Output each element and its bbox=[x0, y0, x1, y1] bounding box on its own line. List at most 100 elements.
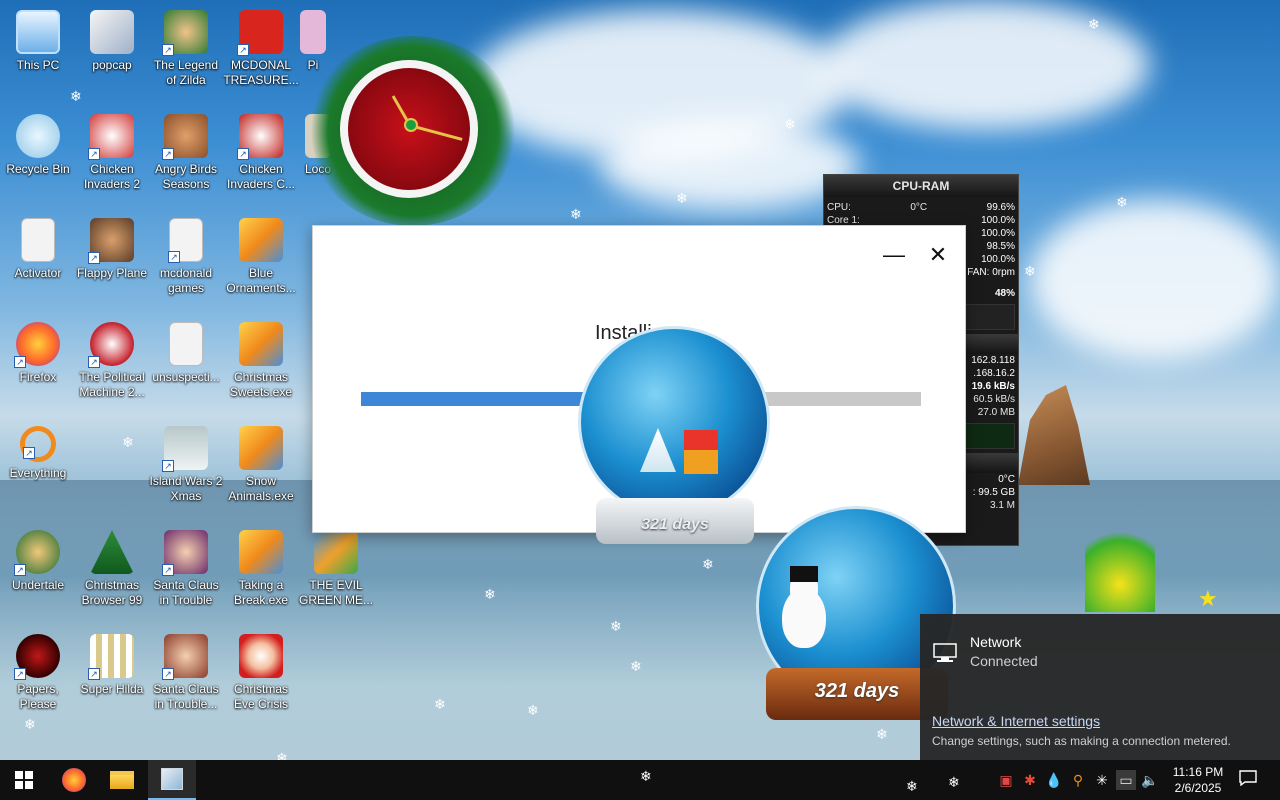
snowflake-icon: ❄ bbox=[630, 659, 642, 675]
row-value: 99.6% bbox=[986, 202, 1015, 213]
desktop-icon-label: Firefox bbox=[19, 370, 57, 384]
net-value: .168.16.2 bbox=[973, 368, 1015, 379]
windows-logo-icon bbox=[15, 771, 33, 789]
row-value: 48% bbox=[994, 288, 1015, 299]
desktop-icon-label: Chicken Invaders 2 bbox=[83, 162, 141, 191]
clock-time: 11:16 PM bbox=[1172, 765, 1224, 779]
tray-sparkle-icon[interactable]: ✳ bbox=[1092, 770, 1112, 790]
desktop-icon-taking-a-break[interactable]: Taking a Break.exe bbox=[223, 524, 299, 608]
snowflake-icon: ❄ bbox=[948, 775, 960, 791]
star-icon: ★ bbox=[1198, 586, 1218, 611]
desktop-icon-activator[interactable]: Activator bbox=[0, 212, 76, 281]
desktop-icon-island-wars[interactable]: ↗ Island Wars 2 Xmas bbox=[148, 420, 224, 504]
notification-center-icon[interactable] bbox=[1238, 770, 1258, 790]
snowflake-icon: ❄ bbox=[906, 779, 918, 795]
desktop-icon-unsuspecti[interactable]: unsuspecti... bbox=[148, 316, 224, 385]
notification-icon bbox=[1239, 770, 1257, 787]
desktop-icon-christmas-browser-99[interactable]: Christmas Browser 99 bbox=[74, 524, 150, 608]
everything-search-icon: ↗ bbox=[20, 426, 56, 462]
file-explorer-taskbar-button[interactable] bbox=[98, 760, 146, 800]
row-value: 100.0% bbox=[981, 228, 1015, 239]
snow-globe-sphere bbox=[578, 326, 770, 518]
firefox-taskbar-button[interactable] bbox=[50, 760, 98, 800]
tray-network-icon[interactable]: ▭ bbox=[1116, 770, 1136, 790]
desktop-icon-label: Santa Claus in Trouble bbox=[153, 578, 219, 607]
disk-value: 3.1 M bbox=[989, 500, 1015, 511]
christmas-tree-icon bbox=[90, 530, 134, 574]
desktop-icon-recycle-bin[interactable]: Recycle Bin bbox=[0, 108, 76, 177]
desktop-icon-label: Taking a Break.exe bbox=[233, 578, 289, 607]
desktop-icon-mcdonald-games[interactable]: ↗ mcdonald games bbox=[148, 212, 224, 296]
snowflake-icon: ❄ bbox=[640, 769, 652, 785]
santa-game-icon: ↗ bbox=[162, 530, 208, 576]
chicken-invaders-christmas-icon: ↗ bbox=[237, 114, 283, 160]
desktop-icon-label: mcdonald games bbox=[159, 266, 213, 295]
snowman-hat-icon bbox=[790, 566, 818, 582]
tray-security-icon[interactable]: ▣ bbox=[996, 770, 1016, 790]
snowflake-icon: ❄ bbox=[570, 207, 582, 223]
close-button[interactable]: ✕ bbox=[921, 238, 955, 272]
desktop-icon-political-machine[interactable]: ↗ The Political Machine 2... bbox=[74, 316, 150, 400]
desktop-icon-santa-claus-in-trouble-2[interactable]: ↗ Santa Claus in Trouble... bbox=[148, 628, 224, 712]
snowflake-icon: ❄ bbox=[702, 557, 714, 573]
tray-droplet-icon[interactable]: 💧 bbox=[1044, 770, 1064, 790]
clock-center bbox=[404, 118, 418, 132]
clock-date: 2/6/2025 bbox=[1174, 781, 1222, 795]
snowflake-icon: ❄ bbox=[122, 435, 134, 451]
sparkle-tree-decoration bbox=[1085, 520, 1155, 612]
network-name[interactable]: Network bbox=[970, 634, 1021, 650]
network-flyout[interactable]: Network Connected Network & Internet set… bbox=[920, 614, 1280, 760]
desktop-icon-firefox[interactable]: ↗ Firefox bbox=[0, 316, 76, 385]
desktop-icon-undertale[interactable]: ↗ Undertale bbox=[0, 524, 76, 593]
desktop-icon-chicken-invaders-c[interactable]: ↗ Chicken Invaders C... bbox=[223, 108, 299, 192]
this-pc-icon bbox=[16, 10, 60, 54]
snowflake-icon: ❄ bbox=[876, 727, 888, 743]
flappy-plane-icon: ↗ bbox=[88, 218, 134, 264]
desktop-icon-label: Blue Ornaments... bbox=[226, 266, 296, 295]
row-value: 100.0% bbox=[981, 215, 1015, 226]
desktop-icon-legend-of-zilda[interactable]: ↗ The Legend of Zilda bbox=[148, 4, 224, 88]
desktop-icon-partial-pi[interactable]: Pi bbox=[298, 4, 328, 73]
desktop-icon-blue-ornaments[interactable]: Blue Ornaments... bbox=[223, 212, 299, 296]
tray-search-icon[interactable]: ⚲ bbox=[1068, 770, 1088, 790]
taskbar-clock[interactable]: 11:16 PM 2/6/2025 bbox=[1160, 764, 1236, 796]
desktop-icon-angry-birds-seasons[interactable]: ↗ Angry Birds Seasons bbox=[148, 108, 224, 192]
desktop-icon-mcdonal-treasure[interactable]: ↗ MCDONAL TREASURE... bbox=[223, 4, 299, 88]
desktop-icon-label: Flappy Plane bbox=[76, 266, 148, 280]
recycle-bin-icon bbox=[16, 114, 60, 158]
snowflake-icon: ❄ bbox=[24, 717, 36, 733]
zelda-game-icon: ↗ bbox=[162, 10, 208, 56]
desktop-icon-chicken-invaders-2[interactable]: ↗ Chicken Invaders 2 bbox=[74, 108, 150, 192]
disk-value: 0°C bbox=[998, 474, 1015, 485]
gadget-title: CPU-RAM bbox=[824, 175, 1018, 197]
desktop-icon-evil-green[interactable]: THE EVIL GREEN ME... bbox=[298, 524, 374, 608]
desktop-icon-everything[interactable]: ↗ Everything bbox=[0, 420, 76, 481]
desktop-icon-flappy-plane[interactable]: ↗ Flappy Plane bbox=[74, 212, 150, 281]
desktop-icon-label: MCDONAL TREASURE... bbox=[223, 58, 299, 87]
cloud bbox=[820, 0, 1150, 130]
santa-game-icon: ↗ bbox=[162, 634, 208, 680]
network-settings-link[interactable]: Network & Internet settings bbox=[932, 713, 1100, 729]
snowflake-icon: ❄ bbox=[1088, 17, 1100, 33]
desktop-icon-snow-animals[interactable]: Snow Animals.exe bbox=[223, 420, 299, 504]
desktop-icon-christmas-eve-crisis[interactable]: Christmas Eve Crisis bbox=[223, 628, 299, 712]
desktop-icon-label: Island Wars 2 Xmas bbox=[149, 474, 223, 503]
desktop-icon-this-pc[interactable]: This PC bbox=[0, 4, 76, 73]
desktop-icon-santa-claus-in-trouble[interactable]: ↗ Santa Claus in Trouble bbox=[148, 524, 224, 608]
minimize-button[interactable]: — bbox=[877, 238, 911, 272]
tray-app-icon[interactable]: ✱ bbox=[1020, 770, 1040, 790]
desktop-icon-super-hilda[interactable]: ↗ Super Hilda bbox=[74, 628, 150, 697]
snowflake-icon: ❄ bbox=[1116, 195, 1128, 211]
desktop-icon-label: The Legend of Zilda bbox=[153, 58, 219, 87]
desktop-icon-papers-please[interactable]: ↗ Papers, Please bbox=[0, 628, 76, 712]
desktop-icon-christmas-sweets[interactable]: Christmas Sweets.exe bbox=[223, 316, 299, 400]
desktop-icon-label: Snow Animals.exe bbox=[228, 474, 294, 503]
folder-icon bbox=[110, 771, 134, 789]
desktop-icon-popcap[interactable]: popcap bbox=[74, 4, 150, 73]
row-value: 100.0% bbox=[981, 254, 1015, 265]
net-value: 162.8.118 bbox=[971, 355, 1015, 366]
desktop-icon-label: This PC bbox=[16, 58, 60, 72]
tray-volume-icon[interactable]: 🔈 bbox=[1140, 770, 1160, 790]
installer-taskbar-button[interactable] bbox=[148, 760, 196, 800]
start-button[interactable] bbox=[0, 760, 48, 800]
